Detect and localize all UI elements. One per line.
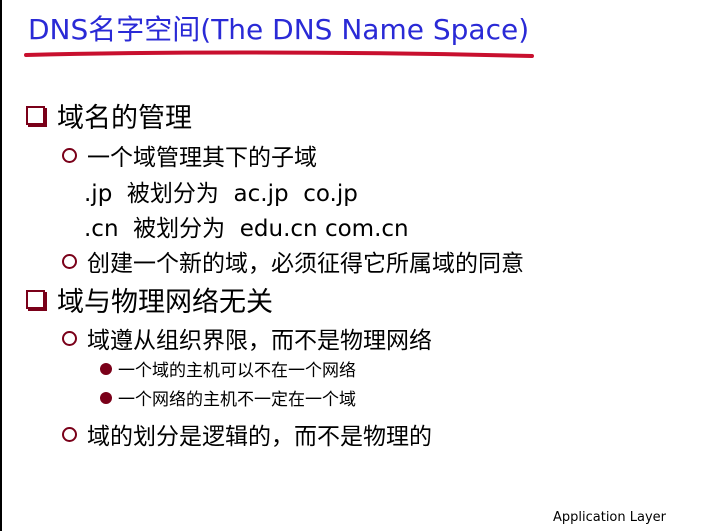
bullet-item: 域名的管理 [26, 96, 192, 135]
sub-bullet-text: 域的划分是逻辑的，而不是物理的 [87, 424, 432, 450]
slide-title: DNS名字空间(The DNS Name Space) [28, 13, 530, 46]
sub-bullet-text: 创建一个新的域，必须征得它所属域的同意 [87, 251, 524, 277]
sub-bullet-item: 域的划分是逻辑的，而不是物理的 [62, 417, 432, 451]
sub-sub-bullet-text: 一个网络的主机不一定在一个域 [118, 390, 356, 410]
left-border [0, 0, 2, 531]
square-box-icon [26, 290, 45, 309]
hollow-circle-icon [62, 330, 77, 346]
sub-bullet-text: 一个域管理其下的子域 [87, 145, 317, 171]
hollow-circle-icon [62, 253, 77, 269]
sub-sub-bullet-item: 一个网络的主机不一定在一个域 [100, 385, 356, 410]
bullet-text: 域与物理网络无关 [57, 287, 273, 318]
plain-line: .cn 被划分为 edu.cn com.cn [84, 209, 409, 243]
bullet-text: 域名的管理 [57, 103, 192, 134]
hollow-circle-icon [62, 426, 77, 442]
footer-label: Application Layer [552, 510, 666, 525]
plain-line-text: .cn 被划分为 edu.cn com.cn [84, 216, 409, 242]
title-underline [24, 50, 534, 58]
sub-bullet-item: 域遵从组织界限，而不是物理网络 [62, 321, 432, 355]
sub-sub-bullet-text: 一个域的主机可以不在一个网络 [118, 361, 356, 381]
sub-bullet-item: 一个域管理其下的子域 [62, 138, 317, 172]
hollow-circle-icon [62, 147, 77, 163]
plain-line-text: .jp 被划分为 ac.jp co.jp [84, 181, 358, 207]
sub-bullet-text: 域遵从组织界限，而不是物理网络 [87, 328, 432, 354]
sub-bullet-item: 创建一个新的域，必须征得它所属域的同意 [62, 244, 524, 278]
plain-line: .jp 被划分为 ac.jp co.jp [84, 174, 358, 208]
sub-sub-bullet-item: 一个域的主机可以不在一个网络 [100, 356, 356, 381]
slide: DNS名字空间(The DNS Name Space) 域名的管理 一个域管理其… [0, 0, 706, 531]
filled-disc-icon [100, 391, 112, 404]
bullet-item: 域与物理网络无关 [26, 280, 273, 319]
filled-disc-icon [100, 362, 112, 375]
square-box-icon [26, 106, 45, 125]
